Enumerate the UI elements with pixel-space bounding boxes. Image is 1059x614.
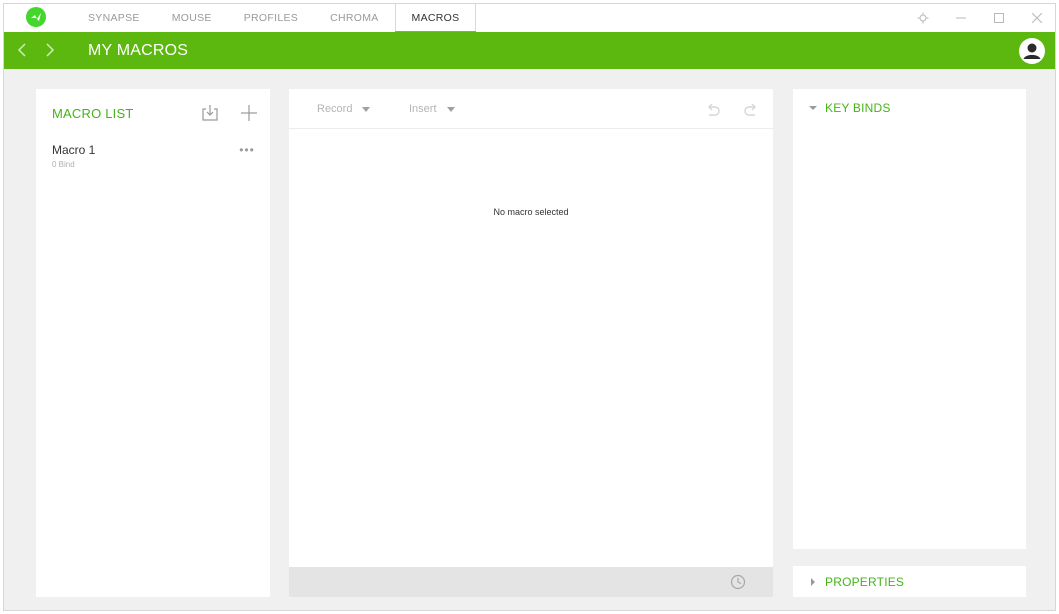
close-icon[interactable] [1018, 4, 1055, 32]
caret-right-icon [811, 578, 815, 586]
undo-icon[interactable] [703, 100, 723, 120]
tab-synapse[interactable]: SYNAPSE [72, 4, 156, 32]
user-avatar-icon[interactable] [1019, 38, 1045, 64]
insert-dropdown[interactable]: Insert [409, 103, 455, 115]
page-title: MY MACROS [88, 42, 189, 59]
page-header: MY MACROS [4, 32, 1055, 69]
tab-mouse[interactable]: MOUSE [156, 4, 228, 32]
tab-profiles[interactable]: PROFILES [228, 4, 314, 32]
properties-panel: PROPERTIES [793, 566, 1026, 597]
insert-label: Insert [409, 103, 437, 115]
chevron-down-icon [446, 106, 455, 112]
razer-logo-icon[interactable] [26, 7, 46, 27]
title-bar: SYNAPSE MOUSE PROFILES CHROMA MACROS [4, 4, 1055, 33]
macro-editor-panel: Record Insert No macro selected [289, 89, 773, 567]
empty-state-message: No macro selected [493, 207, 569, 217]
key-binds-header[interactable]: KEY BINDS [809, 101, 891, 115]
macro-list-title: MACRO LIST [52, 106, 134, 121]
properties-title: PROPERTIES [825, 575, 905, 589]
properties-header[interactable]: PROPERTIES [809, 575, 904, 589]
more-options-icon[interactable]: ••• [236, 144, 258, 159]
app-window: SYNAPSE MOUSE PROFILES CHROMA MACROS MY … [3, 3, 1056, 611]
main-tabs: SYNAPSE MOUSE PROFILES CHROMA MACROS [72, 4, 477, 33]
import-icon[interactable] [200, 103, 220, 123]
tab-macros[interactable]: MACROS [394, 4, 477, 33]
macro-list-panel: MACRO LIST Macro 1 0 Bind ••• [36, 89, 270, 597]
back-arrow-icon[interactable] [12, 40, 32, 60]
chevron-down-icon [362, 106, 371, 112]
settings-icon[interactable] [904, 4, 942, 32]
key-binds-title: KEY BINDS [825, 101, 891, 115]
minimize-icon[interactable] [942, 4, 980, 32]
forward-arrow-icon[interactable] [40, 40, 60, 60]
add-macro-icon[interactable] [239, 103, 259, 123]
caret-down-icon [809, 106, 817, 110]
record-label: Record [317, 103, 353, 115]
editor-footer [289, 567, 773, 597]
tab-chroma[interactable]: CHROMA [314, 4, 394, 32]
clock-icon[interactable] [728, 572, 748, 592]
editor-toolbar: Record Insert [289, 89, 773, 129]
macro-name: Macro 1 [52, 143, 96, 157]
macro-bind-count: 0 Bind [52, 160, 75, 169]
key-binds-panel: KEY BINDS [793, 89, 1026, 549]
macro-list-item[interactable]: Macro 1 0 Bind ••• [36, 137, 270, 175]
maximize-icon[interactable] [980, 4, 1018, 32]
record-dropdown[interactable]: Record [317, 103, 371, 115]
redo-icon[interactable] [741, 100, 761, 120]
